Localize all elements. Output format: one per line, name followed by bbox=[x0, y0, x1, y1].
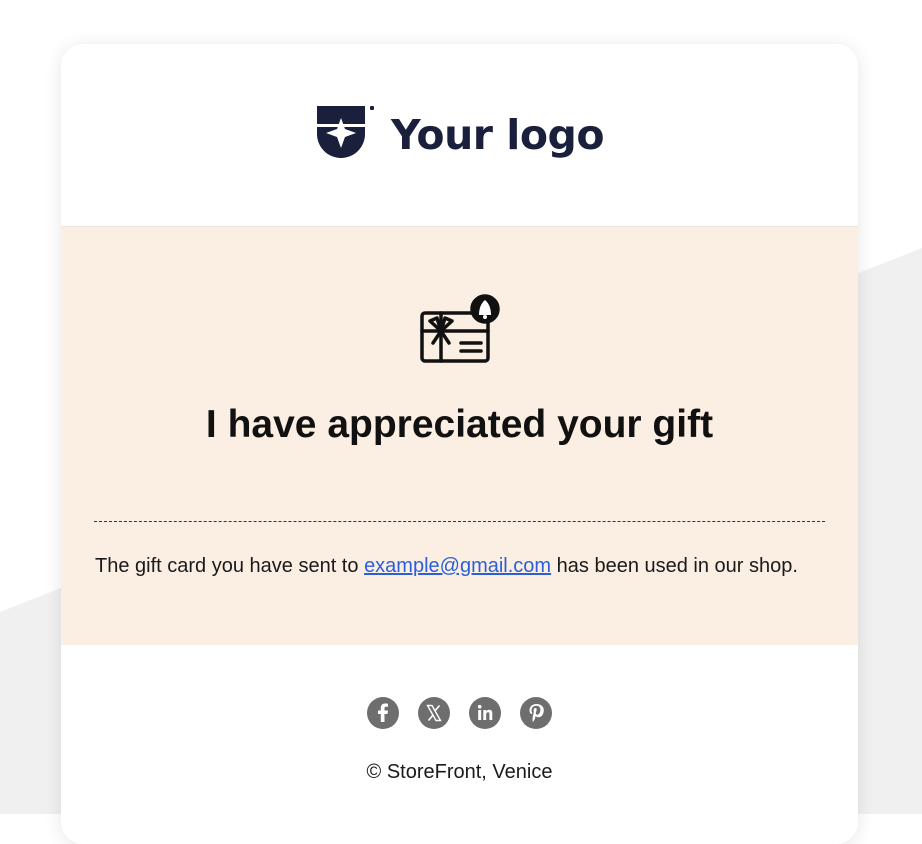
logo-mark-icon bbox=[316, 106, 374, 158]
linkedin-icon[interactable] bbox=[469, 697, 501, 729]
email-card: Your logo I have appreciated your gift T… bbox=[61, 44, 858, 844]
divider bbox=[94, 521, 825, 522]
email-header: Your logo bbox=[61, 44, 858, 227]
email-link[interactable]: example@gmail.com bbox=[364, 555, 551, 577]
logo[interactable]: Your logo bbox=[315, 106, 605, 160]
email-footer: © StoreFront, Venice bbox=[61, 645, 858, 784]
logo-text: Your logo bbox=[390, 111, 605, 159]
pinterest-icon[interactable] bbox=[520, 697, 552, 729]
facebook-icon[interactable] bbox=[367, 697, 399, 729]
x-icon[interactable] bbox=[418, 697, 450, 729]
copyright-text: © StoreFront, Venice bbox=[366, 761, 553, 783]
message-before: The gift card you have sent to bbox=[95, 555, 359, 577]
social-links bbox=[61, 697, 858, 729]
message-after: has been used in our shop. bbox=[556, 555, 798, 577]
headline: I have appreciated your gift bbox=[205, 403, 714, 446]
message-text: The gift card you have sent to example@g… bbox=[95, 549, 798, 583]
gift-card-icon bbox=[420, 294, 500, 363]
hero-section: I have appreciated your gift The gift ca… bbox=[61, 227, 858, 645]
